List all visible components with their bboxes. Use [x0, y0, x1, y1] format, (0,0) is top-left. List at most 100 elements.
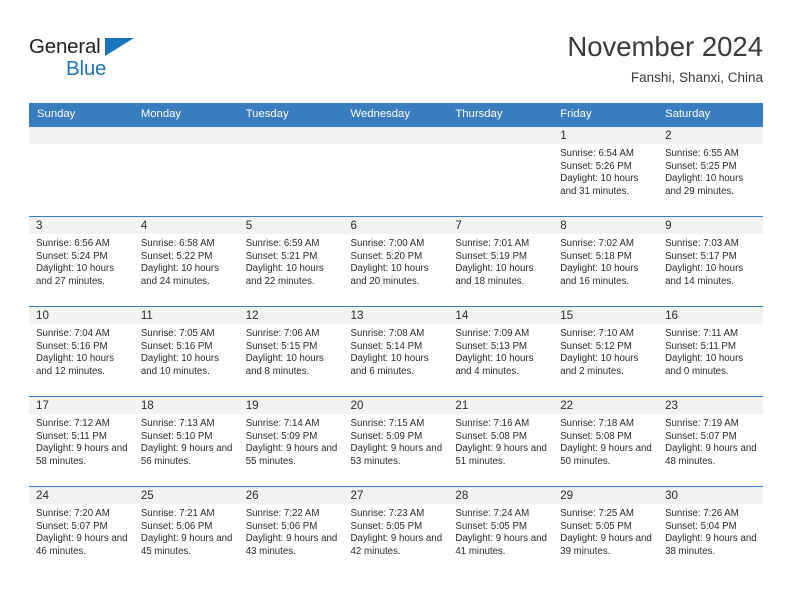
blue-triangle-icon: [105, 38, 134, 56]
sunrise-text: Sunrise: 7:05 AM: [140, 328, 215, 339]
day-cell[interactable]: 20 Sunrise: 7:15 AM Sunset: 5:09 PM Dayligh…: [343, 396, 449, 487]
sunrise-text: Sunrise: 7:20 AM: [36, 508, 110, 519]
day-number: 5: [238, 217, 344, 234]
day-cell[interactable]: 26 Sunrise: 7:22 AM Sunset: 5:06 PM Dayligh…: [238, 486, 344, 577]
day-cell[interactable]: 3 Sunrise: 6:56 AM Sunset: 5:24 PM Daylight…: [29, 216, 134, 307]
day-cell[interactable]: 13 Sunrise: 7:08 AM Sunset: 5:14 PM Dayligh…: [343, 306, 449, 397]
day-cell[interactable]: 7 Sunrise: 7:01 AM Sunset: 5:19 PM Daylight…: [448, 216, 554, 307]
day-cell[interactable]: 14 Sunrise: 7:09 AM Sunset: 5:13 PM Dayligh…: [448, 306, 554, 397]
daylight-text: Daylight: 9 hours and 51 minutes.: [455, 443, 547, 467]
daylight-text: Daylight: 9 hours and 48 minutes.: [665, 443, 757, 467]
day-number: 1: [553, 127, 659, 144]
sunset-text: Sunset: 5:15 PM: [245, 340, 318, 352]
sunrise-text: Sunrise: 7:22 AM: [245, 508, 320, 519]
day-details: Sunrise: 7:11 AM Sunset: 5:11 PM Daylight:…: [658, 324, 763, 378]
day-cell[interactable]: 22 Sunrise: 7:18 AM Sunset: 5:08 PM Dayligh…: [553, 396, 659, 487]
day-cell[interactable]: 23 Sunrise: 7:19 AM Sunset: 5:07 PM Dayligh…: [658, 396, 763, 487]
sunset-text: Sunset: 5:08 PM: [560, 430, 632, 442]
sunrise-text: Sunrise: 7:18 AM: [560, 418, 634, 429]
day-details: Sunrise: 6:55 AM Sunset: 5:25 PM Daylight:…: [658, 144, 763, 198]
sunset-text: Sunset: 5:07 PM: [665, 430, 737, 442]
day-cell[interactable]: 6 Sunrise: 7:00 AM Sunset: 5:20 PM Daylight…: [343, 216, 449, 307]
sunset-text: Sunset: 5:11 PM: [665, 340, 736, 352]
day-number: 30: [658, 487, 763, 504]
daylight-text: Daylight: 10 hours and 16 minutes.: [560, 263, 639, 287]
day-cell[interactable]: 17 Sunrise: 7:12 AM Sunset: 5:11 PM Dayligh…: [29, 396, 134, 487]
daylight-text: Daylight: 10 hours and 6 minutes.: [350, 353, 429, 377]
day-cell[interactable]: 21 Sunrise: 7:16 AM Sunset: 5:08 PM Dayligh…: [448, 396, 554, 487]
daylight-text: Daylight: 10 hours and 18 minutes.: [455, 263, 534, 287]
daylight-text: Daylight: 10 hours and 27 minutes.: [36, 263, 115, 287]
daylight-text: Daylight: 9 hours and 42 minutes.: [350, 533, 443, 557]
day-cell[interactable]: 16 Sunrise: 7:11 AM Sunset: 5:11 PM Dayligh…: [658, 306, 763, 397]
day-cell[interactable]: 12 Sunrise: 7:06 AM Sunset: 5:15 PM Dayligh…: [238, 306, 344, 397]
day-cell[interactable]: 27 Sunrise: 7:23 AM Sunset: 5:05 PM Dayligh…: [343, 486, 449, 577]
day-number: 14: [448, 307, 554, 324]
day-cell[interactable]: 15 Sunrise: 7:10 AM Sunset: 5:12 PM Dayligh…: [553, 306, 659, 397]
day-cell[interactable]: 24 Sunrise: 7:20 AM Sunset: 5:07 PM Dayligh…: [29, 486, 134, 577]
day-cell[interactable]: 11 Sunrise: 7:05 AM Sunset: 5:16 PM Dayligh…: [133, 306, 239, 397]
day-cell[interactable]: 2 Sunrise: 6:55 AM Sunset: 5:25 PM Daylight…: [658, 126, 763, 217]
day-number: 4: [133, 217, 239, 234]
sunrise-text: Sunrise: 6:56 AM: [36, 238, 110, 249]
day-details: Sunrise: 7:08 AM Sunset: 5:14 PM Daylight:…: [344, 324, 449, 378]
day-details: Sunrise: 7:26 AM Sunset: 5:04 PM Daylight:…: [658, 504, 763, 558]
day-details: Sunrise: 7:24 AM Sunset: 5:05 PM Daylight:…: [448, 504, 553, 558]
day-cell[interactable]: 5 Sunrise: 6:59 AM Sunset: 5:21 PM Daylight…: [238, 216, 344, 307]
day-number: 15: [553, 307, 659, 324]
day-cell[interactable]: 29 Sunrise: 7:25 AM Sunset: 5:05 PM Dayligh…: [553, 486, 659, 577]
day-details: Sunrise: 7:14 AM Sunset: 5:09 PM Daylight:…: [239, 414, 344, 468]
weekday-header-sunday: Sunday: [29, 103, 134, 127]
day-details: Sunrise: 7:05 AM Sunset: 5:16 PM Daylight:…: [134, 324, 239, 378]
daylight-text: Daylight: 10 hours and 22 minutes.: [245, 263, 324, 287]
day-cell[interactable]: 25 Sunrise: 7:21 AM Sunset: 5:06 PM Dayligh…: [133, 486, 239, 577]
weekday-header-wednesday: Wednesday: [343, 103, 449, 127]
day-details: Sunrise: 6:59 AM Sunset: 5:21 PM Daylight:…: [239, 234, 344, 288]
day-cell[interactable]: 4 Sunrise: 6:58 AM Sunset: 5:22 PM Daylight…: [133, 216, 239, 307]
day-cell[interactable]: 18 Sunrise: 7:13 AM Sunset: 5:10 PM Dayligh…: [133, 396, 239, 487]
sunset-text: Sunset: 5:09 PM: [245, 430, 318, 442]
daylight-text: Daylight: 9 hours and 46 minutes.: [36, 533, 128, 557]
sunrise-text: Sunrise: 7:24 AM: [455, 508, 530, 519]
day-details: Sunrise: 7:16 AM Sunset: 5:08 PM Daylight:…: [448, 414, 553, 468]
sunset-text: Sunset: 5:07 PM: [36, 520, 108, 532]
page-header: General Blue November 2024 Fanshi, Shanx…: [29, 30, 763, 96]
day-number: 18: [133, 397, 239, 414]
sunrise-text: Sunrise: 7:25 AM: [560, 508, 634, 519]
sunrise-text: Sunrise: 7:02 AM: [560, 238, 634, 249]
sunset-text: Sunset: 5:14 PM: [350, 340, 423, 352]
day-details: Sunrise: 6:56 AM Sunset: 5:24 PM Daylight:…: [29, 234, 134, 288]
day-cell[interactable]: 9 Sunrise: 7:03 AM Sunset: 5:17 PM Daylight…: [658, 216, 763, 307]
day-cell[interactable]: 10 Sunrise: 7:04 AM Sunset: 5:16 PM Dayligh…: [29, 306, 134, 397]
day-number: 19: [238, 397, 344, 414]
calendar-page: General Blue November 2024 Fanshi, Shanx…: [0, 0, 792, 612]
daylight-text: Daylight: 10 hours and 31 minutes.: [560, 173, 639, 197]
brand-logo[interactable]: General Blue: [29, 30, 219, 90]
day-cell[interactable]: 19 Sunrise: 7:14 AM Sunset: 5:09 PM Dayligh…: [238, 396, 344, 487]
day-details: Sunrise: 7:09 AM Sunset: 5:13 PM Daylight:…: [448, 324, 553, 378]
day-number: [343, 127, 449, 144]
day-cell[interactable]: 1 Sunrise: 6:54 AM Sunset: 5:26 PM Daylight…: [553, 126, 659, 217]
daylight-text: Daylight: 9 hours and 58 minutes.: [36, 443, 128, 467]
calendar-week-row: 3 Sunrise: 6:56 AM Sunset: 5:24 PM Daylight…: [29, 216, 763, 307]
day-details: Sunrise: 7:15 AM Sunset: 5:09 PM Daylight:…: [344, 414, 449, 468]
weekday-header-saturday: Saturday: [658, 103, 763, 127]
day-number: 16: [658, 307, 763, 324]
daylight-text: Daylight: 10 hours and 0 minutes.: [665, 353, 744, 377]
day-cell[interactable]: 30 Sunrise: 7:26 AM Sunset: 5:04 PM Dayligh…: [658, 486, 763, 577]
sunrise-text: Sunrise: 7:01 AM: [455, 238, 530, 249]
weekday-header-monday: Monday: [133, 103, 239, 127]
sunset-text: Sunset: 5:16 PM: [140, 340, 213, 352]
day-number: 8: [553, 217, 659, 234]
day-number: 11: [133, 307, 239, 324]
day-cell[interactable]: 8 Sunrise: 7:02 AM Sunset: 5:18 PM Daylight…: [553, 216, 659, 307]
calendar-week-row: 24 Sunrise: 7:20 AM Sunset: 5:07 PM Dayligh…: [29, 486, 763, 577]
day-cell-empty: [343, 126, 449, 217]
day-number: [133, 127, 239, 144]
page-title: November 2024: [567, 31, 763, 62]
day-details: Sunrise: 7:10 AM Sunset: 5:12 PM Daylight:…: [553, 324, 658, 378]
day-number: 13: [343, 307, 449, 324]
day-cell[interactable]: 28 Sunrise: 7:24 AM Sunset: 5:05 PM Dayligh…: [448, 486, 554, 577]
day-details: Sunrise: 7:06 AM Sunset: 5:15 PM Daylight:…: [239, 324, 344, 378]
sunrise-text: Sunrise: 7:12 AM: [36, 418, 110, 429]
